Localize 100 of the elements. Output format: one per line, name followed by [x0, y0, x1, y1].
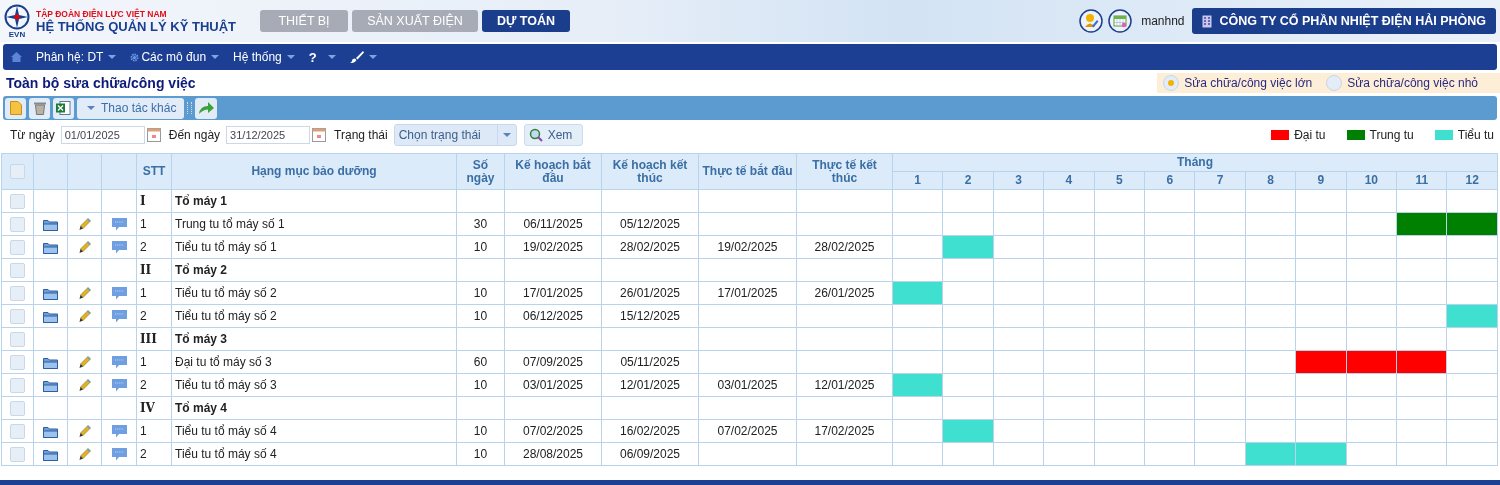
- view-button[interactable]: Xem: [523, 124, 584, 146]
- row-checkbox[interactable]: [10, 239, 25, 255]
- task-name: Tiểu tu tổ máy số 4: [175, 424, 277, 438]
- row-checkbox[interactable]: [10, 285, 25, 301]
- task-name: Tiểu tu tổ máy số 4: [175, 447, 277, 461]
- month-header: 1: [914, 173, 922, 187]
- forward-arrow-button[interactable]: [195, 97, 218, 119]
- days-cell: 10: [473, 286, 488, 300]
- username[interactable]: manhnd: [1141, 14, 1185, 28]
- organization-name: TẬP ĐOÀN ĐIỆN LỰC VIỆT NAM: [36, 8, 168, 19]
- status-dropdown[interactable]: Chọn trạng thái: [393, 124, 517, 146]
- task-name: Đại tu tổ máy số 3: [175, 355, 272, 369]
- row-number: 2: [140, 240, 147, 254]
- row-number: 1: [140, 217, 147, 231]
- comment-icon[interactable]: [111, 310, 127, 324]
- pencil-icon[interactable]: [78, 356, 91, 370]
- folder-icon[interactable]: [43, 218, 58, 231]
- days-cell: 30: [473, 217, 488, 231]
- row-checkbox[interactable]: [10, 400, 25, 416]
- scope-radio[interactable]: Sửa chữa/công việc nhỏ: [1326, 75, 1478, 91]
- date-cell: 17/02/2025: [814, 424, 875, 438]
- folder-icon[interactable]: [43, 241, 58, 254]
- gear-icon: [130, 52, 140, 62]
- month-header: 9: [1317, 173, 1325, 187]
- row-checkbox[interactable]: [10, 446, 25, 462]
- row-checkbox[interactable]: [10, 262, 25, 278]
- folder-icon[interactable]: [43, 379, 58, 392]
- menu-item[interactable]: Hệ thống: [233, 50, 295, 64]
- folder-icon[interactable]: [43, 425, 58, 438]
- folder-icon[interactable]: [43, 287, 58, 300]
- date-cell: 17/01/2025: [717, 286, 778, 300]
- row-number: 1: [140, 355, 147, 369]
- row-checkbox[interactable]: [10, 377, 25, 393]
- column-header: Kế hoạch bắt đầu: [515, 157, 591, 185]
- task-name: Trung tu tổ máy số 1: [175, 217, 285, 231]
- group-name: Tổ máy 3: [175, 332, 228, 346]
- home-icon[interactable]: [11, 52, 22, 62]
- menu-item[interactable]: ?: [308, 49, 336, 65]
- row-checkbox[interactable]: [10, 331, 25, 347]
- row-checkbox[interactable]: [10, 193, 25, 209]
- row-checkbox[interactable]: [10, 308, 25, 324]
- date-cell: 05/11/2025: [620, 355, 680, 369]
- month-header: 12: [1465, 173, 1479, 187]
- comment-icon[interactable]: [111, 287, 127, 301]
- company-name: CÔNG TY CỔ PHẦN NHIỆT ĐIỆN HẢI PHÒNG: [1219, 14, 1486, 28]
- task-name: Tiểu tu tổ máy số 1: [175, 240, 277, 254]
- column-header: Số ngày: [466, 157, 495, 185]
- to-date-field[interactable]: 31/12/2025: [226, 126, 311, 144]
- more-actions-button[interactable]: Thao tác khác: [77, 97, 185, 119]
- column-header: Kế hoạch kết thúc: [612, 157, 688, 185]
- document-icon: [9, 101, 22, 115]
- brush-menu[interactable]: [349, 51, 377, 63]
- pencil-icon[interactable]: [78, 379, 91, 393]
- task-name: Tiểu tu tổ máy số 2: [175, 286, 277, 300]
- delete-button[interactable]: [29, 97, 50, 119]
- row-checkbox[interactable]: [10, 216, 25, 232]
- menu-item[interactable]: Phân hệ: DT: [36, 50, 117, 64]
- date-cell: 17/01/2025: [522, 286, 584, 300]
- from-date-label: Từ ngày: [10, 128, 55, 142]
- from-date-field[interactable]: 01/01/2025: [60, 126, 145, 144]
- excel-export-button[interactable]: [53, 97, 74, 119]
- legend-label: Tiểu tu: [1457, 128, 1494, 142]
- building-icon: [1201, 14, 1212, 28]
- pencil-icon[interactable]: [78, 218, 91, 232]
- comment-icon[interactable]: [111, 379, 127, 393]
- comment-icon[interactable]: [111, 425, 127, 439]
- date-cell: 16/02/2025: [619, 424, 681, 438]
- scope-radio[interactable]: Sửa chữa/công việc lớn: [1163, 75, 1313, 91]
- group-name: Tổ máy 4: [175, 401, 228, 415]
- row-checkbox[interactable]: [10, 423, 25, 439]
- pencil-icon[interactable]: [78, 287, 91, 301]
- date-cell: 15/12/2025: [619, 309, 681, 323]
- comment-icon[interactable]: [111, 241, 127, 255]
- pencil-icon[interactable]: [78, 425, 91, 439]
- select-all-checkbox[interactable]: [10, 164, 25, 179]
- pencil-icon[interactable]: [78, 241, 91, 255]
- folder-icon[interactable]: [43, 356, 58, 369]
- module-tab[interactable]: DỰ TOÁN: [482, 10, 570, 32]
- row-checkbox[interactable]: [10, 354, 25, 370]
- row-number: 2: [140, 309, 147, 323]
- new-document-button[interactable]: [5, 97, 26, 119]
- month-header: 4: [1065, 173, 1073, 187]
- comment-icon[interactable]: [111, 448, 127, 462]
- date-cell: 06/09/2025: [619, 447, 681, 461]
- folder-icon[interactable]: [43, 310, 58, 323]
- pencil-icon[interactable]: [78, 448, 91, 462]
- month-header: 2: [964, 173, 972, 187]
- company-button[interactable]: CÔNG TY CỔ PHẦN NHIỆT ĐIỆN HẢI PHÒNG: [1191, 8, 1496, 34]
- spreadsheet-icon: [56, 101, 71, 115]
- folder-icon[interactable]: [43, 448, 58, 461]
- pencil-icon[interactable]: [78, 310, 91, 324]
- date-cell: 06/11/2025: [523, 217, 583, 231]
- date-cell: 26/01/2025: [814, 286, 875, 300]
- calendar-icon[interactable]: [1108, 9, 1133, 33]
- row-number: 1: [140, 424, 147, 438]
- date-cell: 07/02/2025: [522, 424, 584, 438]
- menu-item[interactable]: Các mô đun: [130, 50, 220, 64]
- comment-icon[interactable]: [111, 356, 127, 370]
- user-edit-icon[interactable]: [1079, 9, 1104, 33]
- comment-icon[interactable]: [111, 218, 127, 232]
